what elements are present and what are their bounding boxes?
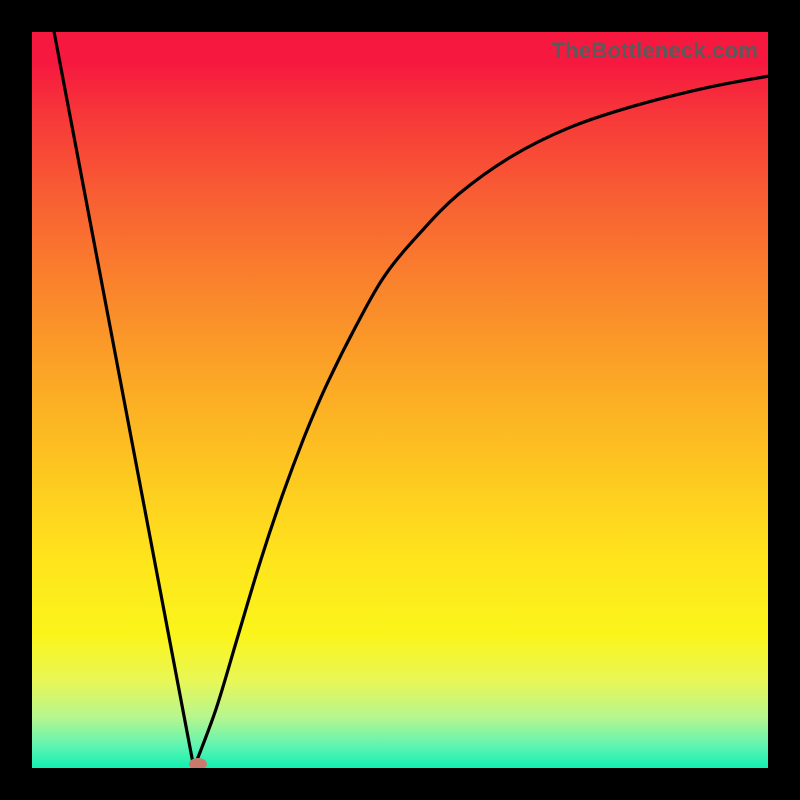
chart-frame: TheBottleneck.com: [0, 0, 800, 800]
optimal-point-marker: [189, 758, 207, 768]
plot-area: TheBottleneck.com: [32, 32, 768, 768]
bottleneck-curve: [32, 32, 768, 768]
